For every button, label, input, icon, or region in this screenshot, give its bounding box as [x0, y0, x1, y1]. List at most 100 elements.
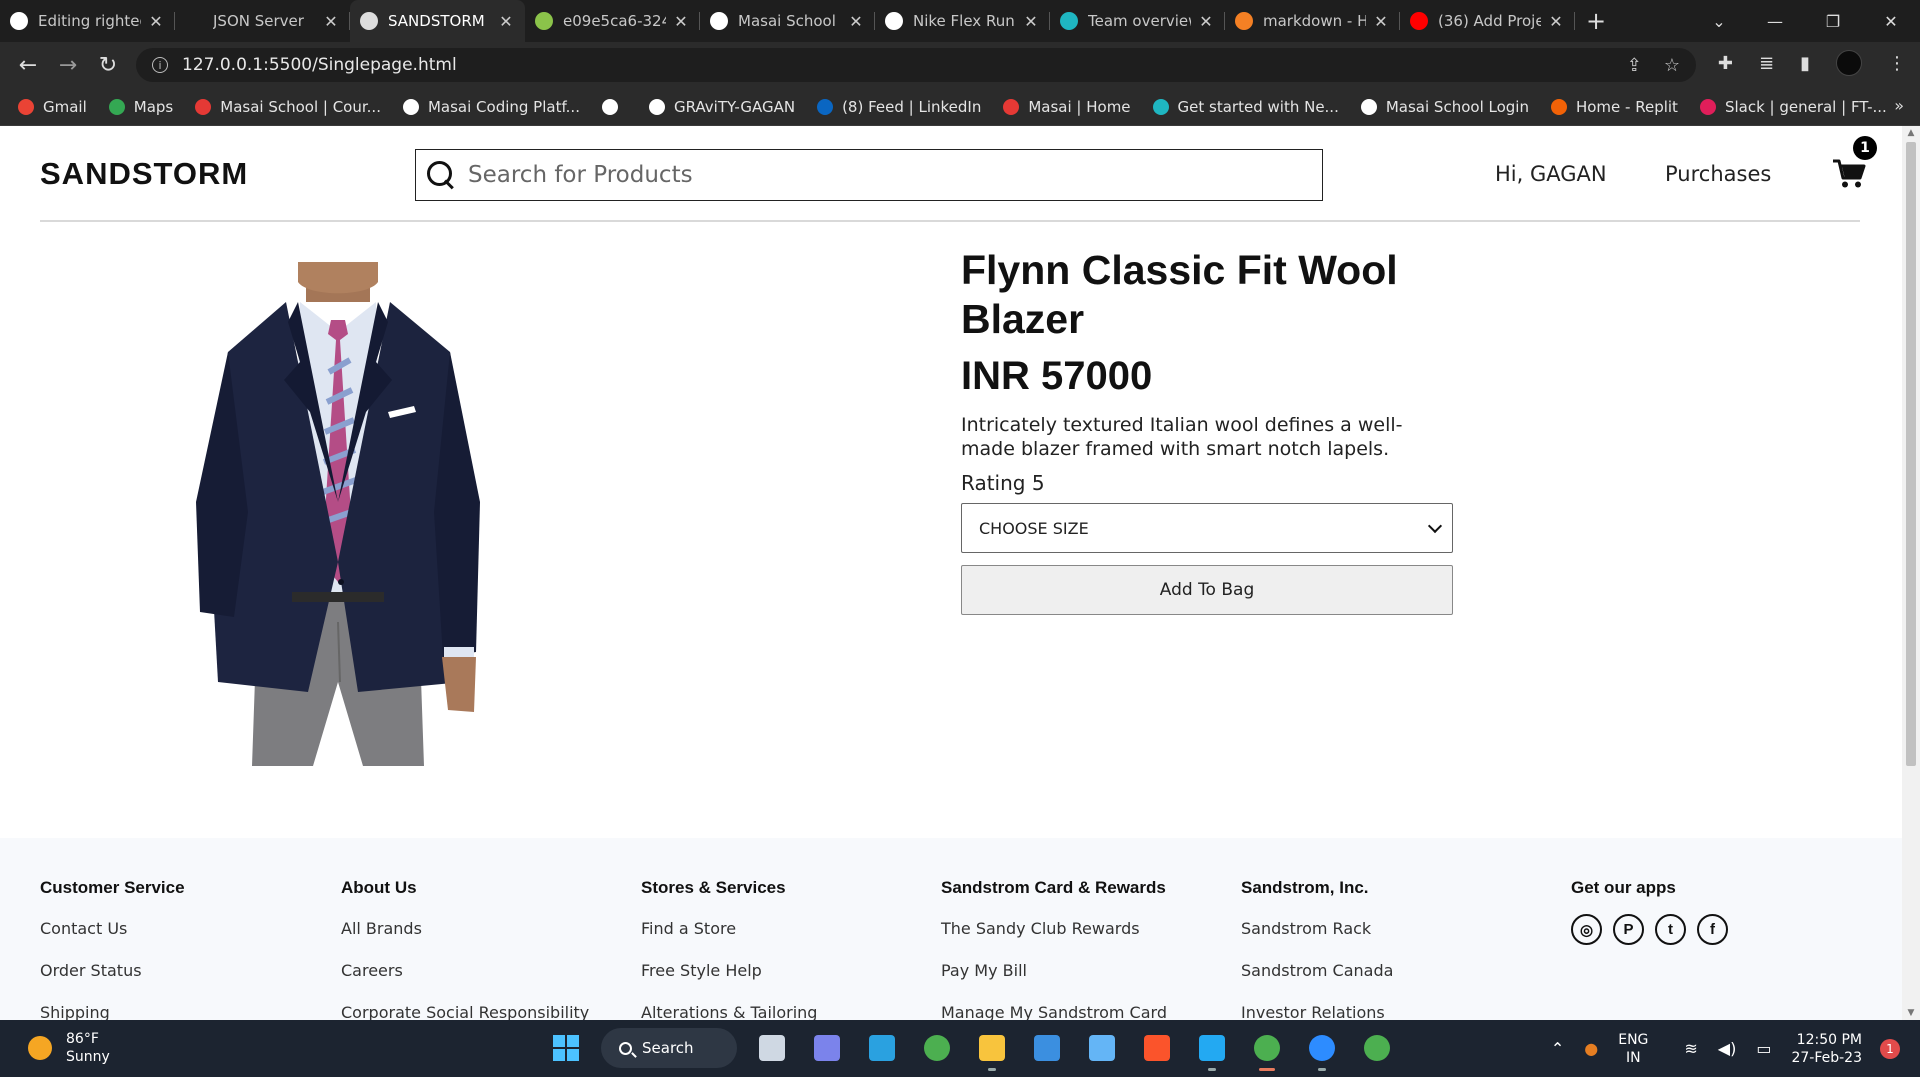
bookmark-item[interactable]: Home - Replit [1550, 98, 1678, 116]
bookmark-item[interactable]: (8) Feed | LinkedIn [817, 98, 981, 116]
bookmark-item[interactable]: Masai School | Cour... [195, 98, 381, 116]
browser-tab[interactable]: (36) Add Proje ✕ [1400, 0, 1575, 42]
chrome-app[interactable] [917, 1028, 957, 1068]
footer-link[interactable]: Corporate Social Responsibility [341, 1002, 589, 1020]
facebook-icon[interactable]: f [1697, 914, 1728, 945]
restore-button[interactable]: ❐ [1804, 0, 1862, 42]
instagram-icon[interactable]: ◎ [1571, 914, 1602, 945]
brave-app[interactable] [1137, 1028, 1177, 1068]
scroll-down-icon[interactable]: ▼ [1906, 1008, 1916, 1018]
url-omnibox[interactable]: i 127.0.0.1:5500/Singlepage.html ⇪ ☆ [136, 48, 1696, 82]
profile-avatar[interactable] [1836, 50, 1862, 76]
bookmark-item[interactable]: Maps [108, 98, 173, 116]
back-button[interactable]: ← [8, 45, 48, 85]
share-icon[interactable]: ⇪ [1627, 55, 1642, 76]
bookmark-item[interactable]: Masai | Home [1003, 98, 1131, 116]
close-icon[interactable]: ✕ [497, 12, 515, 31]
keyboard-app[interactable] [1082, 1028, 1122, 1068]
browser-tab[interactable]: SANDSTORM ✕ [350, 0, 525, 42]
footer-link[interactable]: Sandstrom Rack [1241, 918, 1393, 960]
close-icon[interactable]: ✕ [1197, 12, 1215, 31]
weather-widget[interactable]: 86°F Sunny [28, 1030, 110, 1066]
side-panel-icon[interactable]: ▮ [1800, 53, 1810, 74]
footer-link[interactable]: All Brands [341, 918, 589, 960]
browser-tab[interactable]: Team overview ✕ [1050, 0, 1225, 42]
footer-link[interactable]: Free Style Help [641, 960, 817, 1002]
close-icon[interactable]: ✕ [1547, 12, 1565, 31]
teams-app[interactable] [807, 1028, 847, 1068]
scroll-up-icon[interactable]: ▲ [1906, 128, 1916, 138]
close-icon[interactable]: ✕ [672, 12, 690, 31]
browser-tab[interactable]: markdown - H ✕ [1225, 0, 1400, 42]
extensions-puzzle-icon[interactable]: ✚ [1718, 53, 1733, 74]
chrome-alt-app[interactable] [1357, 1028, 1397, 1068]
bookmark-item[interactable]: Masai School Login [1360, 98, 1529, 116]
zoom-app[interactable] [1302, 1028, 1342, 1071]
forward-button[interactable]: → [48, 45, 88, 85]
footer-link[interactable]: Shipping [40, 1002, 185, 1020]
store-app[interactable] [1027, 1028, 1067, 1068]
footer-link[interactable]: Sandstrom Canada [1241, 960, 1393, 1002]
cart-icon[interactable] [1832, 158, 1866, 190]
bookmark-item[interactable] [601, 98, 627, 115]
bookmarks-overflow-icon[interactable]: » [1894, 96, 1904, 115]
close-icon[interactable]: ✕ [1372, 12, 1390, 31]
wifi-icon[interactable]: ≋ [1684, 1039, 1697, 1058]
volume-icon[interactable]: ◀) [1718, 1039, 1737, 1058]
file-explorer-app[interactable] [972, 1028, 1012, 1071]
new-tab-button[interactable]: + [1575, 0, 1617, 42]
add-to-bag-button[interactable]: Add To Bag [961, 565, 1453, 615]
bookmark-item[interactable]: Slack | general | FT-... [1699, 98, 1887, 116]
tab-search-chevron-icon[interactable]: ⌄ [1690, 0, 1748, 42]
twitter-icon[interactable]: t [1655, 914, 1686, 945]
show-hidden-icons-chevron-icon[interactable]: ⌃ [1551, 1039, 1564, 1058]
language-indicator[interactable]: ENG IN [1618, 1031, 1648, 1067]
footer-link[interactable]: Order Status [40, 960, 185, 1002]
browser-tab[interactable]: JSON Server ✕ [175, 0, 350, 42]
footer-link[interactable]: Careers [341, 960, 589, 1002]
site-logo[interactable]: SANDSTORM [40, 156, 248, 192]
product-search-box[interactable] [415, 149, 1323, 201]
minimize-button[interactable]: — [1746, 0, 1804, 42]
footer-link[interactable]: Manage My Sandstrom Card [941, 1002, 1167, 1020]
search-input[interactable] [468, 162, 1288, 188]
microphone-icon[interactable]: ● [1584, 1039, 1598, 1058]
footer-link[interactable]: Alterations & Tailoring [641, 1002, 817, 1020]
bookmark-star-icon[interactable]: ☆ [1664, 55, 1680, 76]
task-view-app[interactable] [752, 1028, 792, 1068]
user-greeting[interactable]: Hi, GAGAN [1495, 162, 1607, 186]
reload-button[interactable]: ↻ [88, 45, 128, 85]
bookmark-item[interactable]: GRAviTY-GAGAN [648, 98, 795, 116]
browser-menu-icon[interactable]: ⋮ [1888, 53, 1906, 74]
pinterest-icon[interactable]: P [1613, 914, 1644, 945]
footer-link[interactable]: The Sandy Club Rewards [941, 918, 1167, 960]
chrome-profile-app[interactable] [1247, 1028, 1287, 1071]
page-scrollbar[interactable]: ▲ ▼ [1902, 126, 1920, 1020]
bookmark-item[interactable]: Get started with Ne... [1152, 98, 1339, 116]
close-icon[interactable]: ✕ [1022, 12, 1040, 31]
battery-icon[interactable]: ▭ [1756, 1039, 1771, 1058]
browser-tab[interactable]: Editing righted ✕ [0, 0, 175, 42]
media-queue-icon[interactable]: ≣ [1759, 53, 1774, 74]
purchases-link[interactable]: Purchases [1665, 162, 1771, 186]
size-select[interactable]: CHOOSE SIZE [961, 503, 1453, 553]
bookmark-item[interactable]: Gmail [18, 98, 87, 116]
notification-badge[interactable]: 1 [1880, 1038, 1900, 1059]
footer-link[interactable]: Contact Us [40, 918, 185, 960]
close-window-button[interactable]: ✕ [1862, 0, 1920, 42]
browser-tab[interactable]: e09e5ca6-324 ✕ [525, 0, 700, 42]
bookmark-item[interactable]: Masai Coding Platf... [402, 98, 580, 116]
clock[interactable]: 12:50 PM 27-Feb-23 [1791, 1031, 1862, 1067]
close-icon[interactable]: ✕ [847, 12, 865, 31]
taskbar-search[interactable]: Search [601, 1028, 737, 1068]
browser-tab[interactable]: Masai School | ✕ [700, 0, 875, 42]
close-icon[interactable]: ✕ [322, 12, 340, 31]
close-icon[interactable]: ✕ [147, 12, 165, 31]
scrollbar-thumb[interactable] [1906, 142, 1916, 766]
footer-link[interactable]: Pay My Bill [941, 960, 1167, 1002]
browser-tab[interactable]: Nike Flex Runn ✕ [875, 0, 1050, 42]
footer-link[interactable]: Find a Store [641, 918, 817, 960]
desktop-app[interactable] [862, 1028, 902, 1068]
footer-link[interactable]: Investor Relations [1241, 1002, 1393, 1020]
site-info-icon[interactable]: i [152, 57, 168, 73]
